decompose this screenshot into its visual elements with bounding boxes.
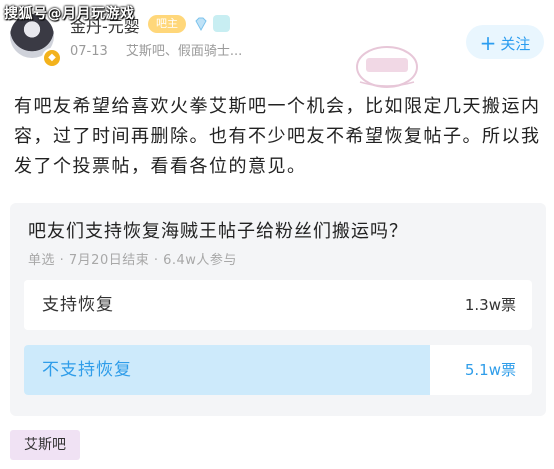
poll-option-oppose[interactable]: 不支持恢复 5.1w票: [24, 345, 532, 395]
poll-meta: 单选 · 7月20日结束 · 6.4w人参与: [28, 253, 237, 268]
diamond-icon: [195, 17, 207, 32]
poll-option-count: 5.1w票: [464, 361, 516, 379]
forum-tag[interactable]: 艾斯吧: [10, 430, 80, 460]
follow-button[interactable]: + 关注: [466, 25, 544, 59]
plus-icon: +: [479, 31, 497, 55]
follow-label: 关注: [500, 35, 531, 53]
watermark-text: 搜狐号@月月玩游戏: [4, 6, 135, 22]
member-badge-icon: [213, 15, 230, 32]
author-forums[interactable]: 艾斯吧、假面骑士...: [126, 44, 242, 59]
level-tag: 吧主: [148, 15, 186, 33]
verified-badge-icon: ◆: [42, 48, 62, 68]
post-date: 07-13: [70, 44, 108, 59]
post-meta: 07-13 艾斯吧、假面骑士...: [70, 40, 242, 59]
poll-card: 吧友们支持恢复海贼王帖子给粉丝们搬运吗？ 单选 · 7月20日结束 · 6.4w…: [10, 203, 546, 416]
poll-question: 吧友们支持恢复海贼王帖子给粉丝们搬运吗？: [28, 221, 408, 242]
poll-option-label: 支持恢复: [42, 295, 114, 315]
stamp-watermark-icon: [356, 46, 418, 88]
poll-option-label: 不支持恢复: [42, 360, 132, 380]
poll-option-count: 1.3w票: [464, 296, 516, 314]
post-body: 有吧友希望给喜欢火拳艾斯吧一个机会，比如限定几天搬运内容，过了时间再删除。也有不…: [14, 96, 541, 177]
poll-option-support[interactable]: 支持恢复 1.3w票: [24, 280, 532, 330]
